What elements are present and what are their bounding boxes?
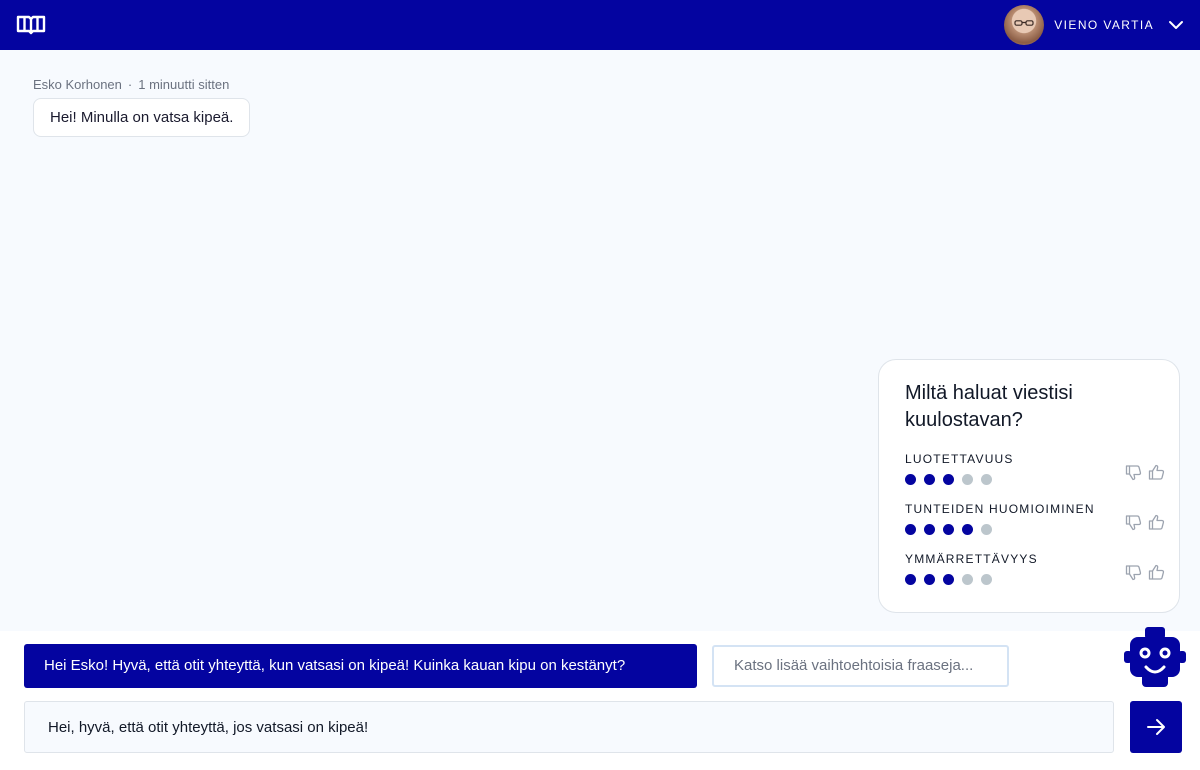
avatar	[1004, 5, 1045, 45]
incoming-message: Hei! Minulla on vatsa kipeä.	[33, 98, 251, 137]
rating-dot-empty	[981, 474, 992, 485]
thumbs-up-icon[interactable]	[1148, 564, 1165, 581]
message-author: Esko Korhonen	[33, 77, 122, 92]
metric-luotettavuus: LUOTETTAVUUS	[905, 452, 1165, 485]
tone-card: Miltä haluat viestisi kuulostavan? LUOTE…	[878, 359, 1180, 613]
rating-dot-filled	[943, 574, 954, 585]
rating-dot-filled	[905, 524, 916, 535]
suggested-reply-button[interactable]: Hei Esko! Hyvä, että otit yhteyttä, kun …	[24, 644, 697, 688]
rating-dot-empty	[981, 524, 992, 535]
tone-card-title: Miltä haluat viestisi kuulostavan?	[905, 382, 1073, 431]
rating-dot-filled	[924, 524, 935, 535]
chevron-down-icon[interactable]	[1168, 17, 1184, 33]
thumbs-down-icon[interactable]	[1125, 514, 1142, 531]
robot-icon[interactable]	[1124, 627, 1186, 689]
message-meta: Esko Korhonen · 1 minuutti sitten	[33, 77, 229, 92]
message-input[interactable]	[24, 701, 1114, 753]
metric-feedback	[1125, 464, 1165, 481]
book-icon[interactable]	[16, 15, 46, 35]
metric-feedback	[1125, 564, 1165, 581]
rating-dot-empty	[981, 574, 992, 585]
metric-ymmarrettavyys: YMMÄRRETTÄVYYS	[905, 552, 1165, 585]
rating-dot-filled	[905, 574, 916, 585]
top-bar: VIENO VARTIA	[0, 0, 1200, 50]
rating-dot-filled	[943, 524, 954, 535]
meta-separator: ·	[127, 77, 133, 92]
metric-tunteiden-huomioiminen: TUNTEIDEN HUOMIOIMINEN	[905, 502, 1165, 535]
thumbs-up-icon[interactable]	[1148, 514, 1165, 531]
thumbs-down-icon[interactable]	[1125, 464, 1142, 481]
send-button[interactable]	[1130, 701, 1182, 753]
rating-dot-filled	[924, 574, 935, 585]
metric-feedback	[1125, 514, 1165, 531]
rating-dot-filled	[924, 474, 935, 485]
arrow-right-icon	[1147, 719, 1165, 735]
rating-dot-filled	[943, 474, 954, 485]
user-name: VIENO VARTIA	[1054, 18, 1154, 32]
rating-dot-empty	[962, 574, 973, 585]
thumbs-down-icon[interactable]	[1125, 564, 1142, 581]
thumbs-up-icon[interactable]	[1148, 464, 1165, 481]
user-menu[interactable]: VIENO VARTIA	[1004, 5, 1184, 45]
rating-dot-filled	[905, 474, 916, 485]
rating-dot-empty	[962, 474, 973, 485]
rating-dot-filled	[962, 524, 973, 535]
message-time: 1 minuutti sitten	[138, 77, 230, 92]
more-phrases-button[interactable]: Katso lisää vaihtoehtoisia fraaseja...	[712, 645, 1009, 687]
